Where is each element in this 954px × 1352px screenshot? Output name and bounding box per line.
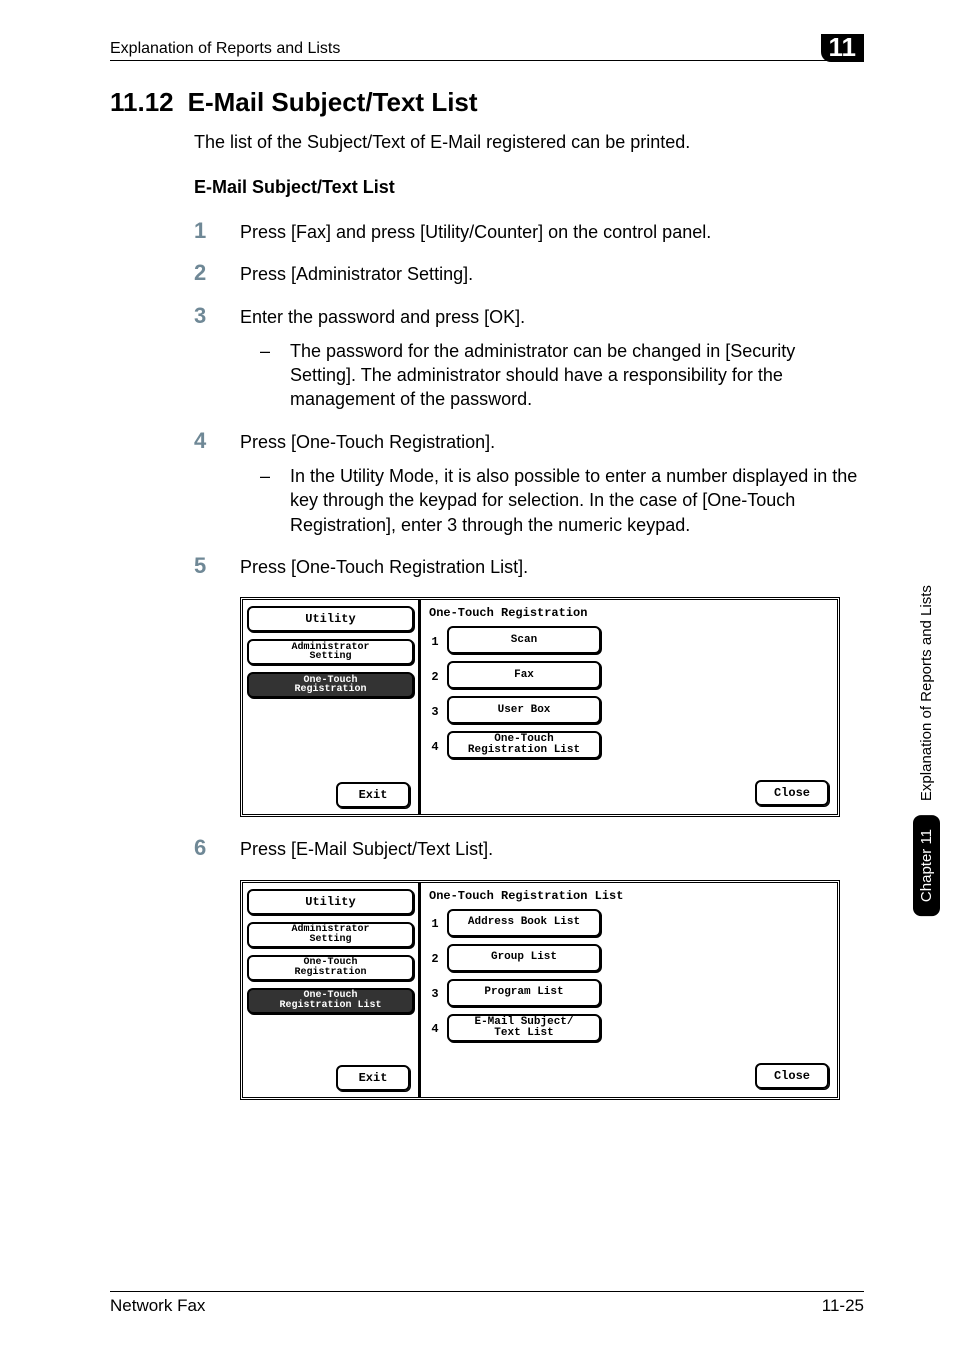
scan-button[interactable]: Scan: [447, 626, 601, 654]
group-list-button[interactable]: Group List: [447, 944, 601, 972]
step-number: 5: [194, 555, 220, 579]
step-text: Press [E-Mail Subject/Text List].: [240, 837, 864, 861]
one-touch-reg-list-button[interactable]: One-Touch Registration List: [447, 731, 601, 759]
panel-title: One-Touch Registration: [429, 606, 831, 620]
one-touch-registration-button[interactable]: One-Touch Registration: [247, 672, 414, 698]
step-number: 2: [194, 262, 220, 286]
address-book-list-button[interactable]: Address Book List: [447, 909, 601, 937]
step-number: 4: [194, 430, 220, 537]
program-list-button[interactable]: Program List: [447, 979, 601, 1007]
step-1: 1 Press [Fax] and press [Utility/Counter…: [194, 220, 864, 244]
screenshot-registration-list: Utility Administrator Setting One-Touch …: [240, 880, 864, 1100]
section-intro: The list of the Subject/Text of E-Mail r…: [194, 132, 864, 153]
step-5: 5 Press [One-Touch Registration List].: [194, 555, 864, 579]
fax-button[interactable]: Fax: [447, 661, 601, 689]
section-number: 11.12: [110, 87, 174, 118]
subnote-text: In the Utility Mode, it is also possible…: [290, 464, 864, 537]
step-4: 4 Press [One-Touch Registration]. – In t…: [194, 430, 864, 537]
step-subnote: – The password for the administrator can…: [240, 339, 864, 412]
panel-title: One-Touch Registration List: [429, 889, 831, 903]
step-number: 1: [194, 220, 220, 244]
admin-setting-button[interactable]: Administrator Setting: [247, 639, 414, 665]
step-number: 6: [194, 837, 220, 861]
running-header-title: Explanation of Reports and Lists: [110, 40, 340, 58]
step-text: Press [Fax] and press [Utility/Counter] …: [240, 220, 864, 244]
chapter-badge: 11: [821, 34, 865, 62]
close-button[interactable]: Close: [755, 1063, 829, 1089]
one-touch-registration-button[interactable]: One-Touch Registration: [247, 955, 414, 981]
step-6: 6 Press [E-Mail Subject/Text List].: [194, 837, 864, 861]
step-text: Press [One-Touch Registration List].: [240, 555, 864, 579]
email-subject-text-list-button[interactable]: E-Mail Subject/ Text List: [447, 1014, 601, 1042]
step-2: 2 Press [Administrator Setting].: [194, 262, 864, 286]
admin-setting-button[interactable]: Administrator Setting: [247, 922, 414, 948]
side-tab: Chapter 11 Explanation of Reports and Li…: [913, 585, 940, 916]
step-text: Enter the password and press [OK].: [240, 307, 525, 327]
close-button[interactable]: Close: [755, 780, 829, 806]
exit-button[interactable]: Exit: [336, 1065, 410, 1091]
step-subnote: – In the Utility Mode, it is also possib…: [240, 464, 864, 537]
step-number: 3: [194, 305, 220, 412]
section-heading: 11.12 E-Mail Subject/Text List: [110, 87, 864, 118]
exit-button[interactable]: Exit: [336, 782, 410, 808]
subnote-text: The password for the administrator can b…: [290, 339, 864, 412]
step-text: Press [One-Touch Registration].: [240, 432, 495, 452]
utility-button[interactable]: Utility: [247, 889, 414, 915]
side-chapter-pill: Chapter 11: [913, 815, 940, 916]
footer-right: 11-25: [822, 1296, 864, 1316]
step-text: Press [Administrator Setting].: [240, 262, 864, 286]
utility-button[interactable]: Utility: [247, 606, 414, 632]
screenshot-registration: Utility Administrator Setting One-Touch …: [240, 597, 864, 817]
side-chapter-title: Explanation of Reports and Lists: [918, 585, 935, 801]
footer-left: Network Fax: [110, 1296, 205, 1316]
one-touch-reg-list-button[interactable]: One-Touch Registration List: [247, 988, 414, 1014]
page-footer: Network Fax 11-25: [110, 1291, 864, 1316]
running-header: Explanation of Reports and Lists 11: [110, 30, 864, 61]
user-box-button[interactable]: User Box: [447, 696, 601, 724]
sub-heading: E-Mail Subject/Text List: [194, 177, 864, 198]
section-title: E-Mail Subject/Text List: [188, 87, 478, 118]
step-3: 3 Enter the password and press [OK]. – T…: [194, 305, 864, 412]
